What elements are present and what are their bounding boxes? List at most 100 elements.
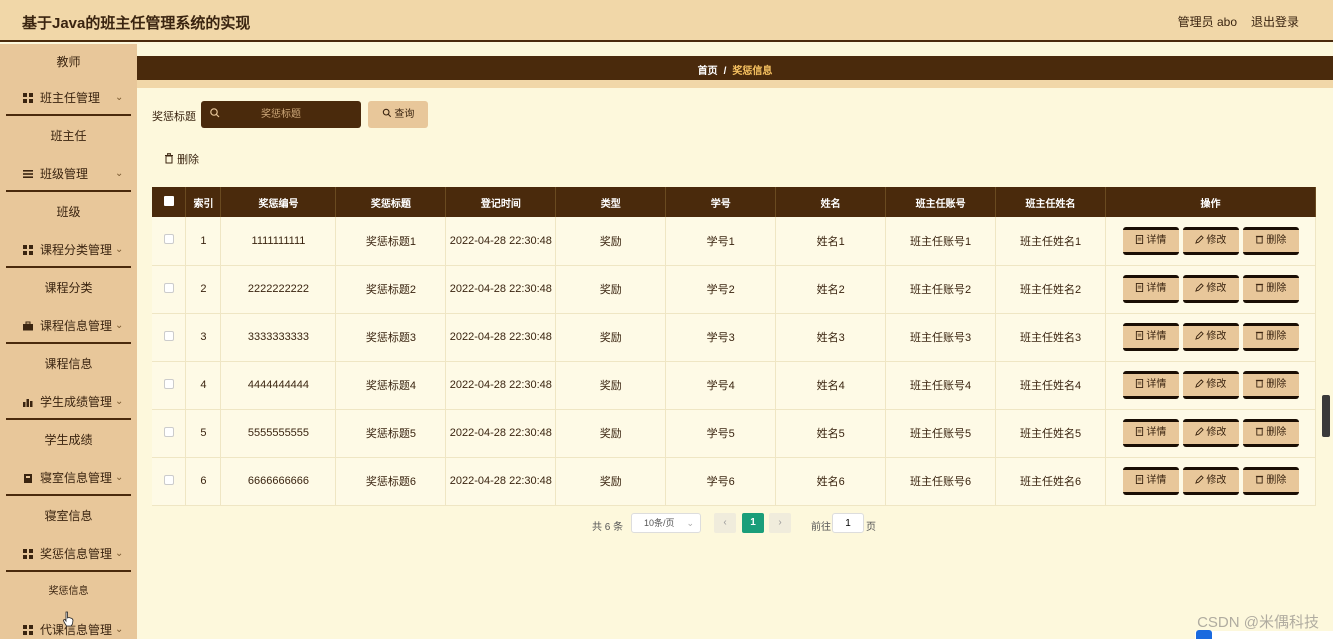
sidebar-group-label: 班级管理 [40, 167, 89, 181]
row-checkbox[interactable] [163, 282, 174, 293]
detail-button[interactable]: 详情 [1122, 371, 1179, 399]
sidebar-item-teacher[interactable]: 教师 [0, 44, 137, 80]
admin-label: 管理员 abo [1177, 15, 1237, 29]
table-cell: 奖惩标题4 [335, 361, 447, 410]
scrollbar-handle[interactable] [1322, 395, 1330, 437]
goto-page-input[interactable] [832, 513, 864, 533]
row-select-cell[interactable] [152, 313, 187, 362]
action-label: 修改 [1206, 234, 1227, 246]
trash-icon [1255, 427, 1263, 436]
table-row: 3 3333333333 奖惩标题3 2022-04-28 22:30:48 奖励 学号3… [152, 313, 1316, 362]
list-icon [23, 170, 33, 178]
breadcrumb: 首页 / 奖惩信息 [137, 62, 1333, 77]
delete-button[interactable]: 删除 [1242, 467, 1299, 495]
detail-button[interactable]: 详情 [1122, 275, 1179, 303]
sidebar-group[interactable]: 寝室信息管理 ⌄ [0, 460, 137, 496]
sidebar-divider [6, 570, 131, 572]
row-checkbox[interactable] [163, 234, 174, 245]
table-cell: 班主任账号5 [885, 409, 997, 458]
row-select-cell[interactable] [152, 409, 187, 458]
table-cell: 学号3 [665, 313, 777, 362]
sidebar-subitem[interactable]: 班级 [0, 194, 137, 230]
delete-button[interactable]: 删除 [1242, 419, 1299, 447]
sidebar: 教师 班主任管理 ⌄ 班主任 班级管理 ⌄ 班级 课程分类管理 ⌄ 课程分类 课程信息管理 ⌄ 课程信… [0, 44, 137, 639]
page-size-value: 10条/页 [644, 518, 675, 528]
query-button-label: 查询 [394, 109, 415, 120]
sidebar-group-label: 奖惩信息管理 [40, 547, 113, 561]
grid-icon [23, 245, 33, 255]
sidebar-subitem[interactable]: 寝室信息 [0, 498, 137, 534]
row-checkbox[interactable] [163, 378, 174, 389]
search-input[interactable] [201, 101, 361, 128]
grid-icon [23, 549, 33, 559]
page-size-select[interactable]: 10条/页 ⌄ [631, 513, 701, 533]
sidebar-group[interactable]: 奖惩信息管理 ⌄ [0, 536, 137, 572]
sidebar-subitem[interactable]: 班主任 [0, 118, 137, 154]
delete-button[interactable]: 删除 [1242, 275, 1299, 303]
sidebar-group[interactable]: 班主任管理 ⌄ [0, 80, 137, 116]
table-cell: 2222222222 [220, 265, 337, 314]
sidebar-divider [6, 190, 131, 192]
page-number-current[interactable]: 1 [742, 513, 764, 533]
delete-button[interactable]: 删除 [1242, 371, 1299, 399]
chevron-down-icon: ⌄ [115, 244, 124, 255]
row-checkbox[interactable] [163, 474, 174, 485]
col-header: 登记时间 [445, 187, 557, 217]
breadcrumb-home[interactable]: 首页 [698, 66, 718, 77]
edit-button[interactable]: 修改 [1182, 323, 1239, 351]
query-button[interactable]: 查询 [368, 101, 428, 128]
sidebar-divider [6, 418, 131, 420]
col-header: 操作 [1105, 187, 1316, 217]
chevron-down-icon: ⌄ [115, 320, 124, 331]
table-cell: 班主任账号3 [885, 313, 997, 362]
table-cell: 班主任账号6 [885, 457, 997, 506]
sidebar-group-label: 寝室信息管理 [40, 471, 113, 485]
next-page-button[interactable]: › [769, 513, 791, 533]
edit-button[interactable]: 修改 [1182, 275, 1239, 303]
content-spacer [137, 44, 1333, 56]
document-icon [1135, 475, 1143, 484]
sidebar-group[interactable]: 学生成绩管理 ⌄ [0, 384, 137, 420]
sidebar-group[interactable]: 班级管理 ⌄ [0, 156, 137, 192]
row-select-cell[interactable] [152, 265, 187, 314]
table-cell: 2022-04-28 22:30:48 [445, 409, 557, 458]
detail-button[interactable]: 详情 [1122, 467, 1179, 495]
detail-button[interactable]: 详情 [1122, 323, 1179, 351]
prev-page-button[interactable]: ‹ [714, 513, 736, 533]
table-cell: 4 [185, 361, 222, 410]
row-checkbox[interactable] [163, 426, 174, 437]
detail-button[interactable]: 详情 [1122, 226, 1179, 255]
select-all-checkbox[interactable] [163, 195, 174, 206]
rewards-table: 索引 奖惩编号 奖惩标题 登记时间 类型 学号 姓名 班主任账号 班主任姓名 操… [152, 187, 1316, 506]
delete-button[interactable]: 删除 [1242, 226, 1299, 255]
table-cell: 奖惩标题6 [335, 457, 447, 506]
table-cell: 5 [185, 409, 222, 458]
row-select-cell[interactable] [152, 457, 187, 506]
sidebar-group[interactable]: 课程信息管理 ⌄ [0, 308, 137, 344]
select-all-cell[interactable] [152, 187, 187, 217]
table-cell: 2022-04-28 22:30:48 [445, 265, 557, 314]
detail-button[interactable]: 详情 [1122, 419, 1179, 447]
sidebar-group[interactable]: 课程分类管理 ⌄ [0, 232, 137, 268]
edit-button[interactable]: 修改 [1182, 371, 1239, 399]
sidebar-subitem[interactable]: 奖惩信息 [0, 574, 137, 610]
sidebar-subitem[interactable]: 课程分类 [0, 270, 137, 306]
chevron-left-icon: ‹ [723, 517, 727, 528]
edit-button[interactable]: 修改 [1182, 226, 1239, 255]
app-title: 基于Java的班主任管理系统的实现 [22, 15, 251, 32]
table-cell: 姓名1 [775, 217, 887, 266]
batch-delete-button[interactable]: 删除 [164, 151, 199, 167]
row-checkbox[interactable] [163, 330, 174, 341]
sidebar-subitem[interactable]: 课程信息 [0, 346, 137, 382]
edit-button[interactable]: 修改 [1182, 467, 1239, 495]
edit-button[interactable]: 修改 [1182, 419, 1239, 447]
row-select-cell[interactable] [152, 217, 187, 266]
sidebar-subitem[interactable]: 学生成绩 [0, 422, 137, 458]
col-header: 学号 [665, 187, 777, 217]
delete-button[interactable]: 删除 [1242, 323, 1299, 351]
table-cell: 班主任姓名2 [995, 265, 1107, 314]
sidebar-divider [6, 266, 131, 268]
grid-icon [23, 625, 33, 635]
row-select-cell[interactable] [152, 361, 187, 410]
logout-link[interactable]: 退出登录 [1251, 13, 1299, 30]
